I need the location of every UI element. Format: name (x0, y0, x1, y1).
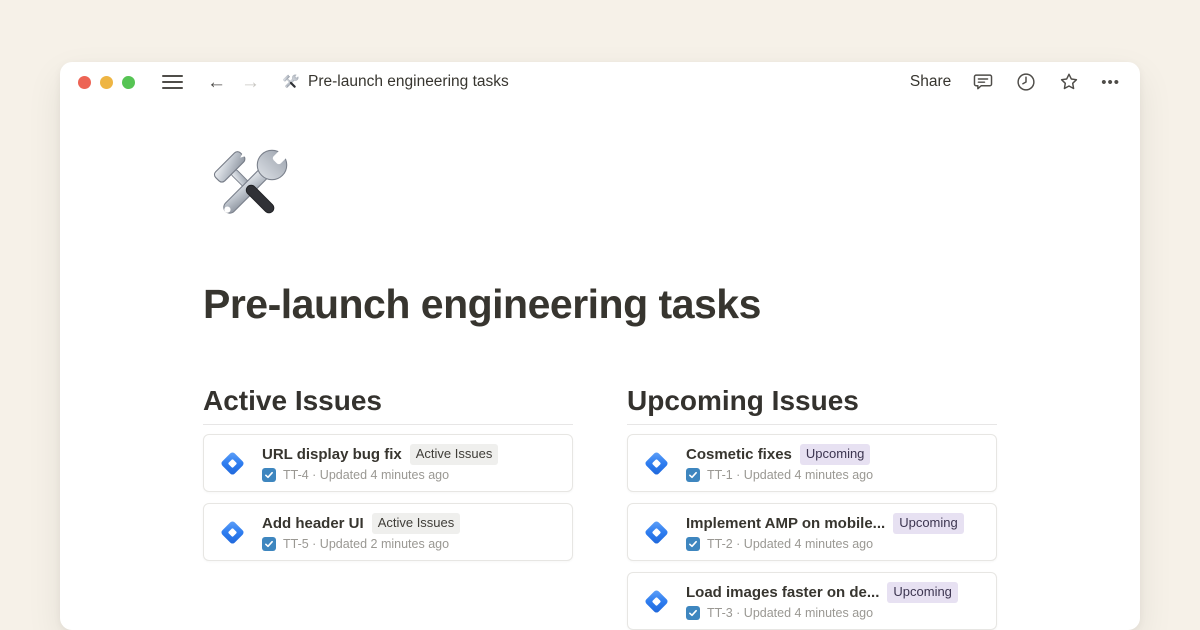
board-columns: Active Issues (203, 385, 1000, 630)
column-upcoming-issues: Upcoming Issues Cosmetic fixes Upcoming (627, 385, 997, 630)
updates-clock-icon[interactable] (1015, 71, 1037, 93)
checked-checkbox-icon (262, 468, 276, 482)
column-heading[interactable]: Upcoming Issues (627, 385, 997, 417)
titlebar-actions: Share ••• (910, 71, 1120, 93)
notion-app-window: ← → Pre (60, 62, 1140, 630)
breadcrumb-page-title: Pre-launch engineering tasks (308, 73, 509, 91)
issue-title: Cosmetic fixes (686, 446, 792, 463)
page-content: Pre-launch engineering tasks Active Issu… (60, 142, 1000, 630)
issue-card[interactable]: URL display bug fix Active Issues TT-4 ·… (203, 434, 573, 492)
column-heading-divider: Upcoming Issues (627, 385, 997, 425)
status-badge: Upcoming (800, 444, 871, 465)
issue-card[interactable]: Cosmetic fixes Upcoming TT-1 · Updated 4… (627, 434, 997, 492)
issue-meta: TT-4 · Updated 4 minutes ago (283, 468, 449, 482)
checked-checkbox-icon (686, 606, 700, 620)
issue-meta: TT-1 · Updated 4 minutes ago (707, 468, 873, 482)
issue-card[interactable]: Load images faster on de... Upcoming TT-… (627, 572, 997, 630)
favorite-star-icon[interactable] (1058, 71, 1080, 93)
column-active-issues: Active Issues (203, 385, 573, 630)
page-hammer-and-wrench-icon[interactable] (203, 142, 295, 234)
status-badge: Active Issues (372, 513, 461, 534)
issue-card[interactable]: Add header UI Active Issues TT-5 · Updat… (203, 503, 573, 561)
window-controls (78, 76, 135, 89)
jira-diamond-icon (218, 518, 247, 547)
close-window-button[interactable] (78, 76, 91, 89)
issue-meta: TT-3 · Updated 4 minutes ago (707, 606, 873, 620)
titlebar: ← → Pre (60, 62, 1140, 102)
issue-card[interactable]: Implement AMP on mobile... Upcoming TT-2… (627, 503, 997, 561)
jira-diamond-icon (642, 518, 671, 547)
maximize-window-button[interactable] (122, 76, 135, 89)
back-button[interactable]: ← (207, 73, 226, 92)
issue-meta: TT-2 · Updated 4 minutes ago (707, 537, 873, 551)
issue-title: Add header UI (262, 515, 364, 532)
column-heading[interactable]: Active Issues (203, 385, 573, 417)
issue-title: Implement AMP on mobile... (686, 515, 885, 532)
issue-title: Load images faster on de... (686, 584, 879, 601)
jira-diamond-icon (642, 587, 671, 616)
forward-button[interactable]: → (241, 73, 260, 92)
jira-diamond-icon (218, 449, 247, 478)
status-badge: Upcoming (887, 582, 958, 603)
minimize-window-button[interactable] (100, 76, 113, 89)
jira-diamond-icon (642, 449, 671, 478)
hammer-and-wrench-icon (281, 73, 300, 92)
share-button[interactable]: Share (910, 73, 951, 91)
status-badge: Active Issues (410, 444, 499, 465)
status-badge: Upcoming (893, 513, 964, 534)
checked-checkbox-icon (262, 537, 276, 551)
comments-icon[interactable] (972, 71, 994, 93)
checked-checkbox-icon (686, 468, 700, 482)
page-title[interactable]: Pre-launch engineering tasks (203, 280, 1000, 329)
checked-checkbox-icon (686, 537, 700, 551)
menu-icon[interactable] (162, 75, 183, 90)
column-heading-divider: Active Issues (203, 385, 573, 425)
issue-title: URL display bug fix (262, 446, 402, 463)
more-options-button[interactable]: ••• (1101, 74, 1120, 91)
issue-meta: TT-5 · Updated 2 minutes ago (283, 537, 449, 551)
